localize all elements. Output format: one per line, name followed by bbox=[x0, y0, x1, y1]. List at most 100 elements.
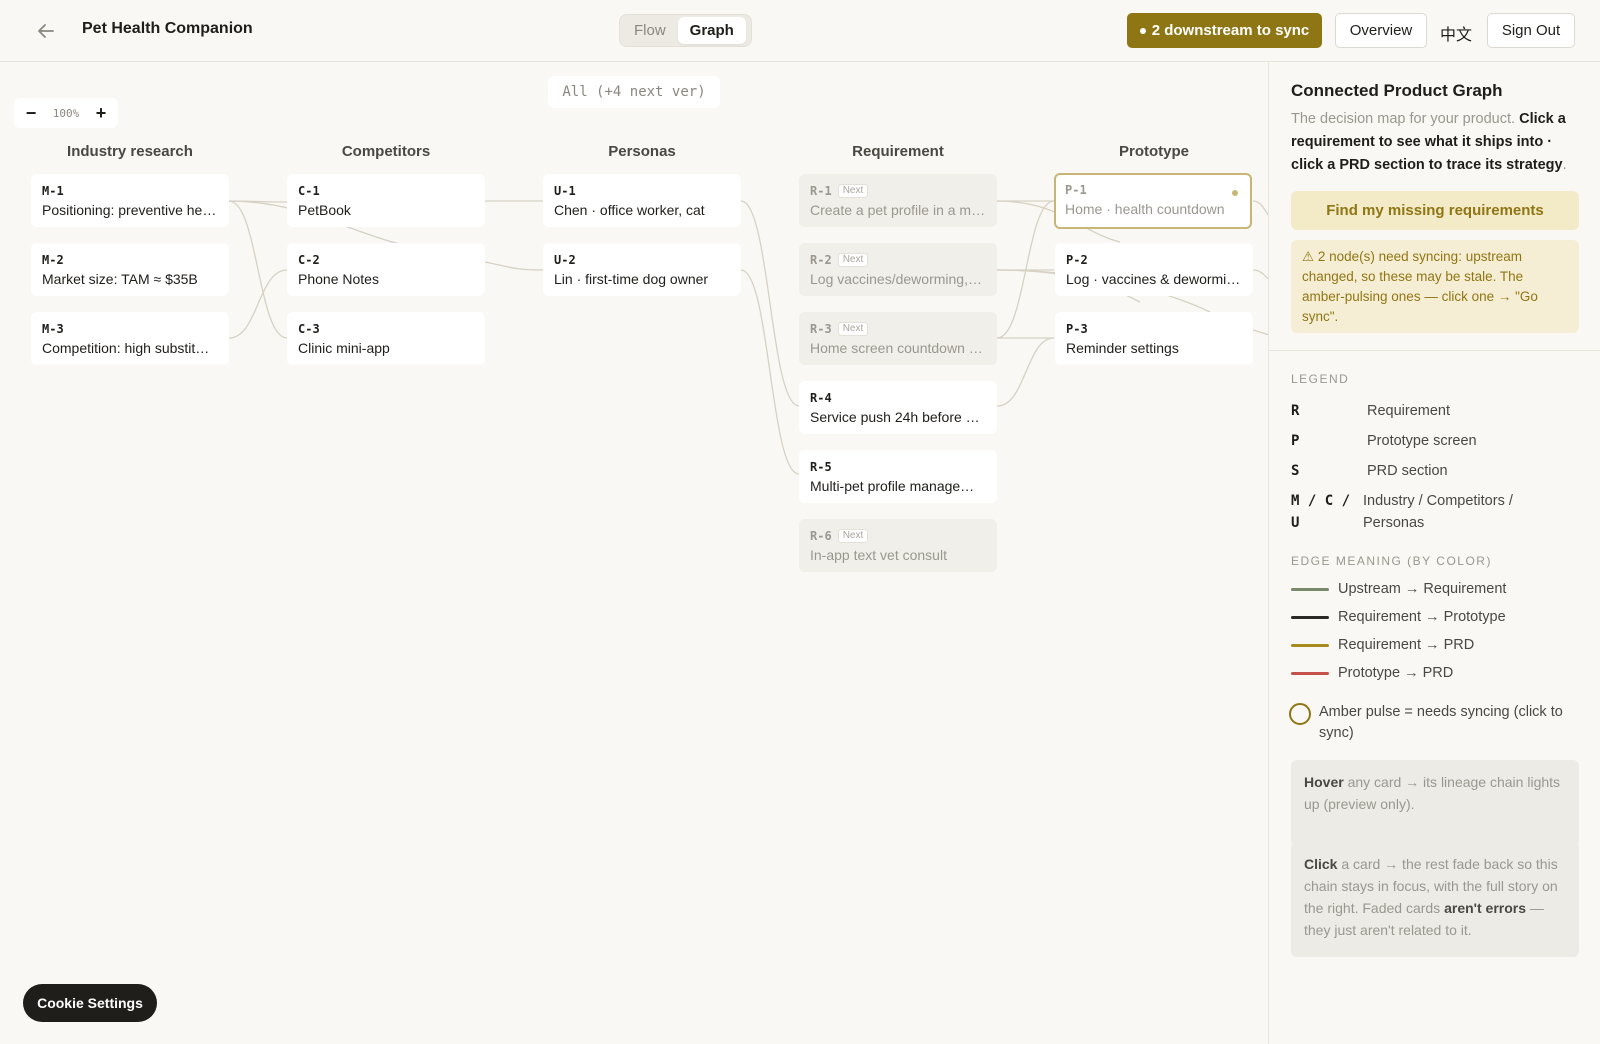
node-id: U-1 bbox=[554, 183, 576, 198]
language-toggle[interactable]: 中文 bbox=[1440, 21, 1472, 45]
next-version-badge: Next bbox=[837, 321, 869, 336]
node-title: Reminder settings bbox=[1066, 340, 1179, 356]
node-id: C-3 bbox=[298, 321, 320, 336]
legend-label: LEGEND bbox=[1291, 372, 1350, 386]
version-filter[interactable]: All (+4 next ver) bbox=[548, 76, 720, 108]
graph-canvas[interactable]: − 100% + All (+4 next ver) Industry rese… bbox=[0, 62, 1270, 1044]
sync-downstream-button[interactable]: 2 downstream to sync bbox=[1127, 13, 1322, 48]
panel-description: The decision map for your product. Click… bbox=[1291, 111, 1567, 173]
node-title: Create a pet profile in a m… bbox=[810, 202, 986, 218]
node-card-p1[interactable]: P-1 Home · health countdown bbox=[1054, 173, 1252, 229]
cookie-settings-button[interactable]: Cookie Settings bbox=[23, 984, 157, 1022]
node-id: R-2 Next bbox=[810, 252, 986, 267]
node-title: In-app text vet consult bbox=[810, 547, 947, 563]
node-id: P-3 bbox=[1066, 321, 1088, 336]
node-card-u1[interactable]: U-1 Chen · office worker, cat bbox=[543, 174, 741, 227]
legend-item: S PRD section bbox=[1291, 463, 1448, 479]
next-version-badge: Next bbox=[837, 528, 869, 543]
top-bar: Pet Health Companion Flow Graph 2 downst… bbox=[0, 0, 1600, 62]
node-title: Competition: high substit… bbox=[42, 340, 210, 356]
tab-graph[interactable]: Graph bbox=[677, 17, 746, 44]
back-arrow-icon[interactable] bbox=[34, 19, 58, 43]
zoom-control: − 100% + bbox=[14, 98, 118, 128]
edge-swatch bbox=[1291, 587, 1329, 591]
sign-out-button[interactable]: Sign Out bbox=[1487, 13, 1575, 48]
node-id: P-1 bbox=[1065, 182, 1087, 197]
next-version-badge: Next bbox=[837, 252, 869, 267]
node-id: U-2 bbox=[554, 252, 576, 267]
node-title: Log · vaccines & dewormi… bbox=[1066, 271, 1241, 287]
node-card-m2[interactable]: M-2 Market size: TAM ≈ $35B bbox=[31, 243, 229, 296]
node-card-r5[interactable]: R-5 Multi-pet profile manage… bbox=[799, 450, 997, 503]
edge-m1-c3 bbox=[228, 200, 288, 339]
node-title: Home screen countdown … bbox=[810, 340, 983, 356]
node-card-u2[interactable]: U-2 Lin · first-time dog owner bbox=[543, 243, 741, 296]
node-card-m1[interactable]: M-1 Positioning: preventive he… bbox=[31, 174, 229, 227]
node-card-p3[interactable]: P-3 Reminder settings bbox=[1055, 312, 1253, 365]
tab-flow[interactable]: Flow bbox=[622, 17, 678, 44]
node-title: Positioning: preventive he… bbox=[42, 202, 217, 218]
node-id: C-2 bbox=[298, 252, 320, 267]
click-tip: Click a card → the rest fade back so thi… bbox=[1291, 842, 1579, 957]
node-id: P-2 bbox=[1066, 252, 1088, 267]
find-missing-requirements-button[interactable]: Find my missing requirements bbox=[1291, 191, 1579, 230]
node-card-r2[interactable]: R-2 Next Log vaccines/deworming,… bbox=[799, 243, 997, 296]
view-toggle: Flow Graph bbox=[619, 14, 752, 47]
node-card-m3[interactable]: M-3 Competition: high substit… bbox=[31, 312, 229, 365]
node-id: R-1 Next bbox=[810, 183, 986, 198]
sync-label: 2 downstream to sync bbox=[1151, 22, 1310, 39]
node-title: Chen · office worker, cat bbox=[554, 202, 705, 218]
edge-legend-item: Prototype → PRD bbox=[1291, 665, 1453, 681]
edge-r4-p3 bbox=[996, 337, 1055, 407]
node-card-c1[interactable]: C-1 PetBook bbox=[287, 174, 485, 227]
node-id: R-6 Next bbox=[810, 528, 986, 543]
node-title: Service push 24h before … bbox=[810, 409, 980, 425]
column-header-industry: Industry research bbox=[67, 143, 193, 160]
pulse-legend-item: Amber pulse = needs syncing (click to sy… bbox=[1289, 702, 1579, 744]
column-header-requirement: Requirement bbox=[852, 143, 944, 160]
app-title: Pet Health Companion bbox=[82, 20, 253, 37]
node-title: Lin · first-time dog owner bbox=[554, 271, 709, 287]
needs-sync-dot-icon bbox=[1232, 190, 1238, 196]
status-dot-icon bbox=[1139, 27, 1146, 34]
node-title: Home · health countdown bbox=[1065, 201, 1225, 217]
node-title: Clinic mini-app bbox=[298, 340, 390, 356]
column-header-competitors: Competitors bbox=[341, 143, 431, 160]
edge-legend-item: Upstream → Requirement bbox=[1291, 581, 1506, 597]
node-card-r3[interactable]: R-3 Next Home screen countdown … bbox=[799, 312, 997, 365]
edge-swatch bbox=[1291, 615, 1329, 619]
hover-tip: Hover any card → its lineage chain light… bbox=[1291, 760, 1579, 846]
legend-item: M / C / U Industry / Competitors / Person… bbox=[1291, 493, 1513, 531]
node-card-r6[interactable]: R-6 Next In-app text vet consult bbox=[799, 519, 997, 572]
panel-title: Connected Product Graph bbox=[1291, 81, 1503, 100]
edge-c2-u2 bbox=[484, 261, 544, 271]
zoom-level: 100% bbox=[52, 106, 80, 120]
edge-swatch bbox=[1291, 643, 1329, 647]
node-title: Multi-pet profile manage… bbox=[810, 478, 975, 494]
amber-pulse-icon bbox=[1289, 703, 1311, 725]
edge-legend-item: Requirement → PRD bbox=[1291, 637, 1474, 653]
panel-divider bbox=[1269, 350, 1600, 351]
overview-button[interactable]: Overview bbox=[1335, 13, 1427, 48]
node-title: PetBook bbox=[298, 202, 351, 218]
zoom-in-button[interactable]: + bbox=[94, 103, 108, 124]
node-card-r4[interactable]: R-4 Service push 24h before … bbox=[799, 381, 997, 434]
node-card-c2[interactable]: C-2 Phone Notes bbox=[287, 243, 485, 296]
node-id: M-2 bbox=[42, 252, 64, 267]
node-card-r1[interactable]: R-1 Next Create a pet profile in a m… bbox=[799, 174, 997, 227]
side-panel: Connected Product Graph The decision map… bbox=[1268, 62, 1600, 1044]
node-title: Market size: TAM ≈ $35B bbox=[42, 271, 198, 287]
node-id: M-1 bbox=[42, 183, 64, 198]
node-id: C-1 bbox=[298, 183, 320, 198]
edge-legend-item: Requirement → Prototype bbox=[1291, 609, 1506, 625]
node-id: R-4 bbox=[810, 390, 832, 405]
node-card-p2[interactable]: P-2 Log · vaccines & dewormi… bbox=[1055, 243, 1253, 296]
node-card-c3[interactable]: C-3 Clinic mini-app bbox=[287, 312, 485, 365]
node-id: R-3 Next bbox=[810, 321, 986, 336]
node-id: R-5 bbox=[810, 459, 832, 474]
next-version-badge: Next bbox=[837, 183, 869, 198]
zoom-out-button[interactable]: − bbox=[24, 103, 38, 124]
column-header-prototype: Prototype bbox=[1118, 143, 1189, 160]
edge-swatch bbox=[1291, 671, 1329, 675]
legend-item: R Requirement bbox=[1291, 403, 1451, 419]
